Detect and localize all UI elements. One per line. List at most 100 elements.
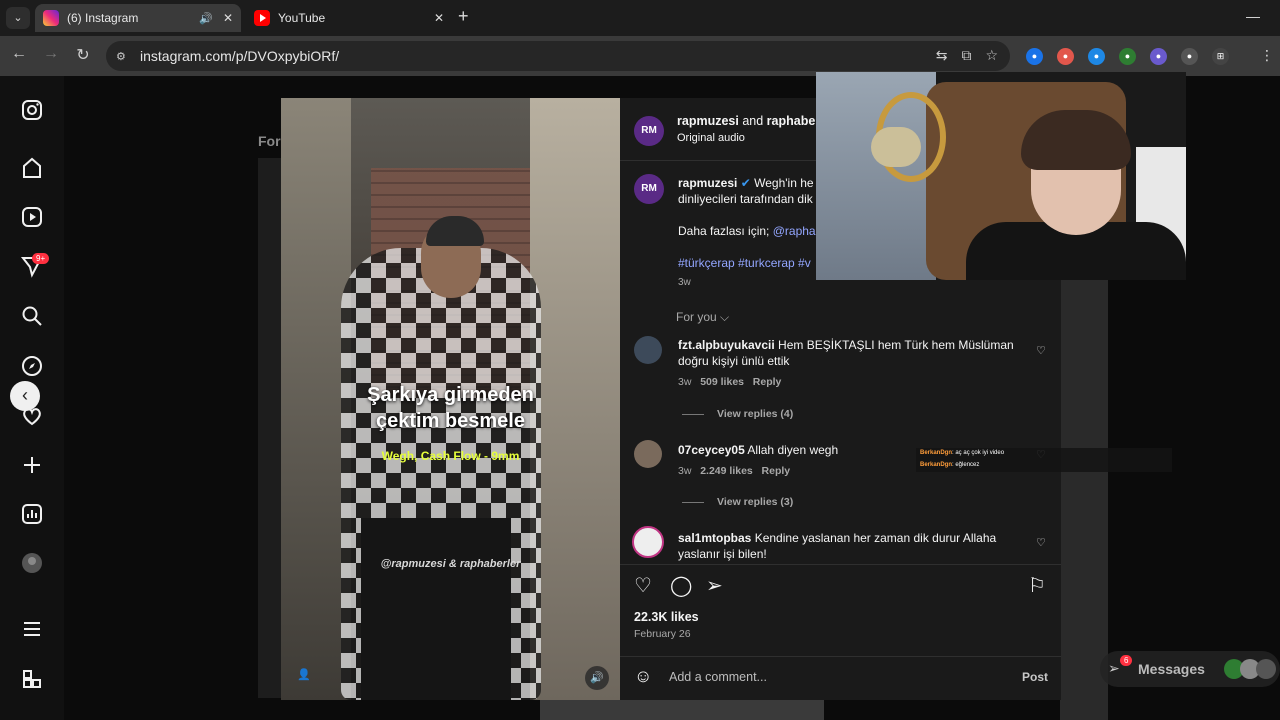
tab-youtube[interactable]: YouTube ✕ <box>246 4 452 32</box>
emoji-icon[interactable]: ☺ <box>634 666 652 687</box>
caption-line2: dinliyecileri tarafından dik <box>678 192 813 206</box>
caption-avatar[interactable]: RM <box>634 174 664 204</box>
chat-message: BerkanDgn: aç aç çok iyi video <box>920 450 1004 456</box>
back-arrow-icon[interactable]: ← <box>8 45 30 63</box>
instagram-logo-icon[interactable] <box>20 98 44 122</box>
minimize-window-button[interactable]: — <box>1246 8 1260 24</box>
close-tab-icon[interactable]: ✕ <box>434 11 444 25</box>
profile-avatar-icon[interactable] <box>20 551 44 575</box>
view-replies-button[interactable]: View replies (4) <box>717 408 793 420</box>
comment-text: Hem BEŞİKTAŞLI hem Türk hem Müslüman <box>778 338 1014 352</box>
reply-button[interactable]: Reply <box>762 465 791 477</box>
comment-sort-label: For you <box>676 310 717 324</box>
messages-button[interactable]: ➢ 6 Messages <box>1100 651 1280 687</box>
post-header: rapmuzesi and raphaberl <box>677 114 824 128</box>
instagram-sidebar: 9+ ‹ <box>0 76 64 720</box>
reels-icon[interactable] <box>20 205 44 229</box>
extension-1-icon[interactable]: ● <box>1026 48 1043 65</box>
url-text[interactable]: instagram.com/p/DVOxpybiORf/ <box>140 48 339 64</box>
caption-more-text: Daha fazlası için; <box>678 224 770 238</box>
comment-likes[interactable]: 509 likes <box>700 376 744 388</box>
tagged-user-icon[interactable]: 👤 <box>295 668 313 686</box>
dashboard-icon[interactable] <box>20 502 44 526</box>
comment-line1: 07ceycey05 Allah diyen wegh <box>678 443 838 457</box>
comment-bubble-icon[interactable]: ◯ <box>670 573 692 598</box>
likes-count[interactable]: 22.3K likes <box>634 610 699 624</box>
previous-post-button[interactable]: ‹ <box>10 381 40 411</box>
close-tab-icon[interactable]: ✕ <box>223 11 233 25</box>
reel-video[interactable]: Şarkıya girmeden çektim besmele Wegh, Ca… <box>281 98 620 700</box>
comment-username[interactable]: sal1mtopbas <box>678 531 751 545</box>
extension-5-icon[interactable]: ● <box>1150 48 1167 65</box>
caption-timestamp[interactable]: 3w <box>678 277 691 288</box>
video-credit: @rapmuzesi & raphaberler <box>380 558 521 570</box>
volume-icon[interactable]: 🔊 <box>585 666 609 690</box>
translate-icon[interactable]: ⇆ <box>936 47 948 64</box>
notification-badge: 9+ <box>32 253 50 264</box>
caption-line3: Daha fazlası için; @rapha <box>678 224 816 238</box>
comment-input[interactable]: Add a comment... <box>669 670 767 684</box>
commenter-avatar[interactable] <box>634 440 662 468</box>
feed-tile <box>258 158 282 698</box>
reply-button[interactable]: Reply <box>753 376 782 388</box>
comment-username[interactable]: 07ceycey05 <box>678 443 745 457</box>
tab-title: YouTube <box>278 11 326 25</box>
caption-hashtags[interactable]: #türkçerap #turkcerap #v <box>678 256 811 270</box>
install-app-icon[interactable]: ⧉ <box>961 47 971 64</box>
caption-username[interactable]: rapmuzesi <box>678 176 737 190</box>
extension-2-icon[interactable]: ● <box>1057 48 1074 65</box>
create-plus-icon[interactable] <box>20 453 44 477</box>
share-send-icon[interactable]: ➢ <box>706 573 723 598</box>
author-username[interactable]: rapmuzesi <box>677 114 739 128</box>
search-icon[interactable] <box>20 304 44 328</box>
stream-chat-overlay: BerkanDgn: aç aç çok iyi video BerkanDgn… <box>916 448 1172 472</box>
address-bar[interactable]: ⚙ instagram.com/p/DVOxpybiORf/ ⇆ ⧉ ☆ <box>106 41 1010 71</box>
comment-sort-dropdown[interactable]: For you ⌵ <box>676 310 729 325</box>
save-bookmark-icon[interactable]: ⚐ <box>1028 573 1046 598</box>
commenter-avatar[interactable] <box>632 526 664 558</box>
comment-time[interactable]: 3w <box>678 465 691 477</box>
author-avatar[interactable]: RM <box>634 116 664 146</box>
site-settings-icon[interactable]: ⚙ <box>116 50 130 63</box>
shield-extension-icon[interactable]: ● <box>1119 48 1136 65</box>
feed-tile <box>540 700 824 720</box>
chat-text: : aç aç çok iyi video <box>952 450 1005 456</box>
comment-heart-icon[interactable]: ♡ <box>1036 536 1046 549</box>
comment-text: Kendine yaslanan her zaman dik durur All… <box>754 531 997 545</box>
comment-username[interactable]: fzt.alpbuyukavcii <box>678 338 775 352</box>
feed-tile <box>1060 280 1108 720</box>
reload-icon[interactable]: ↻ <box>72 45 94 65</box>
home-icon[interactable] <box>20 156 44 180</box>
menu-icon[interactable]: ⋮ <box>1260 47 1274 64</box>
tab-instagram[interactable]: (6) Instagram 🔊 ✕ <box>35 4 241 32</box>
bookmark-star-icon[interactable]: ☆ <box>985 47 998 64</box>
comment-meta: 3w 509 likes Reply <box>678 376 781 388</box>
explore-compass-icon[interactable] <box>20 354 44 378</box>
speaker-icon[interactable]: 🔊 <box>199 12 213 25</box>
original-audio-link[interactable]: Original audio <box>677 132 745 144</box>
post-comment-button[interactable]: Post <box>1022 670 1048 684</box>
comment-line1: fzt.alpbuyukavcii Hem BEŞİKTAŞLI hem Tür… <box>678 338 1014 352</box>
more-menu-icon[interactable] <box>20 617 44 641</box>
forward-arrow-icon[interactable]: → <box>40 45 62 63</box>
chat-username: BerkanDgn <box>920 462 953 468</box>
comment-time[interactable]: 3w <box>678 376 691 388</box>
puzzle-extensions-icon[interactable]: ⊞ <box>1212 48 1229 65</box>
instagram-favicon-icon <box>43 10 59 26</box>
extension-6-icon[interactable]: ● <box>1181 48 1198 65</box>
webcam-scene <box>871 127 921 167</box>
comment-text: Allah diyen wegh <box>747 443 839 457</box>
comment-likes[interactable]: 2.249 likes <box>700 465 753 477</box>
caption-text: Wegh'in he <box>754 176 814 190</box>
webcam-overlay <box>816 72 1186 280</box>
caption-mention-link[interactable]: @rapha <box>773 224 816 238</box>
commenter-avatar[interactable] <box>634 336 662 364</box>
extension-3-icon[interactable]: ● <box>1088 48 1105 65</box>
view-replies-button[interactable]: View replies (3) <box>717 496 793 508</box>
comment-heart-icon[interactable]: ♡ <box>1036 344 1046 357</box>
tab-list-button[interactable]: ⌄ <box>6 7 30 29</box>
new-tab-button[interactable]: + <box>458 6 469 27</box>
messages-badge: 6 <box>1120 655 1133 666</box>
also-from-meta-icon[interactable] <box>20 667 44 691</box>
like-heart-icon[interactable]: ♡ <box>634 573 652 598</box>
